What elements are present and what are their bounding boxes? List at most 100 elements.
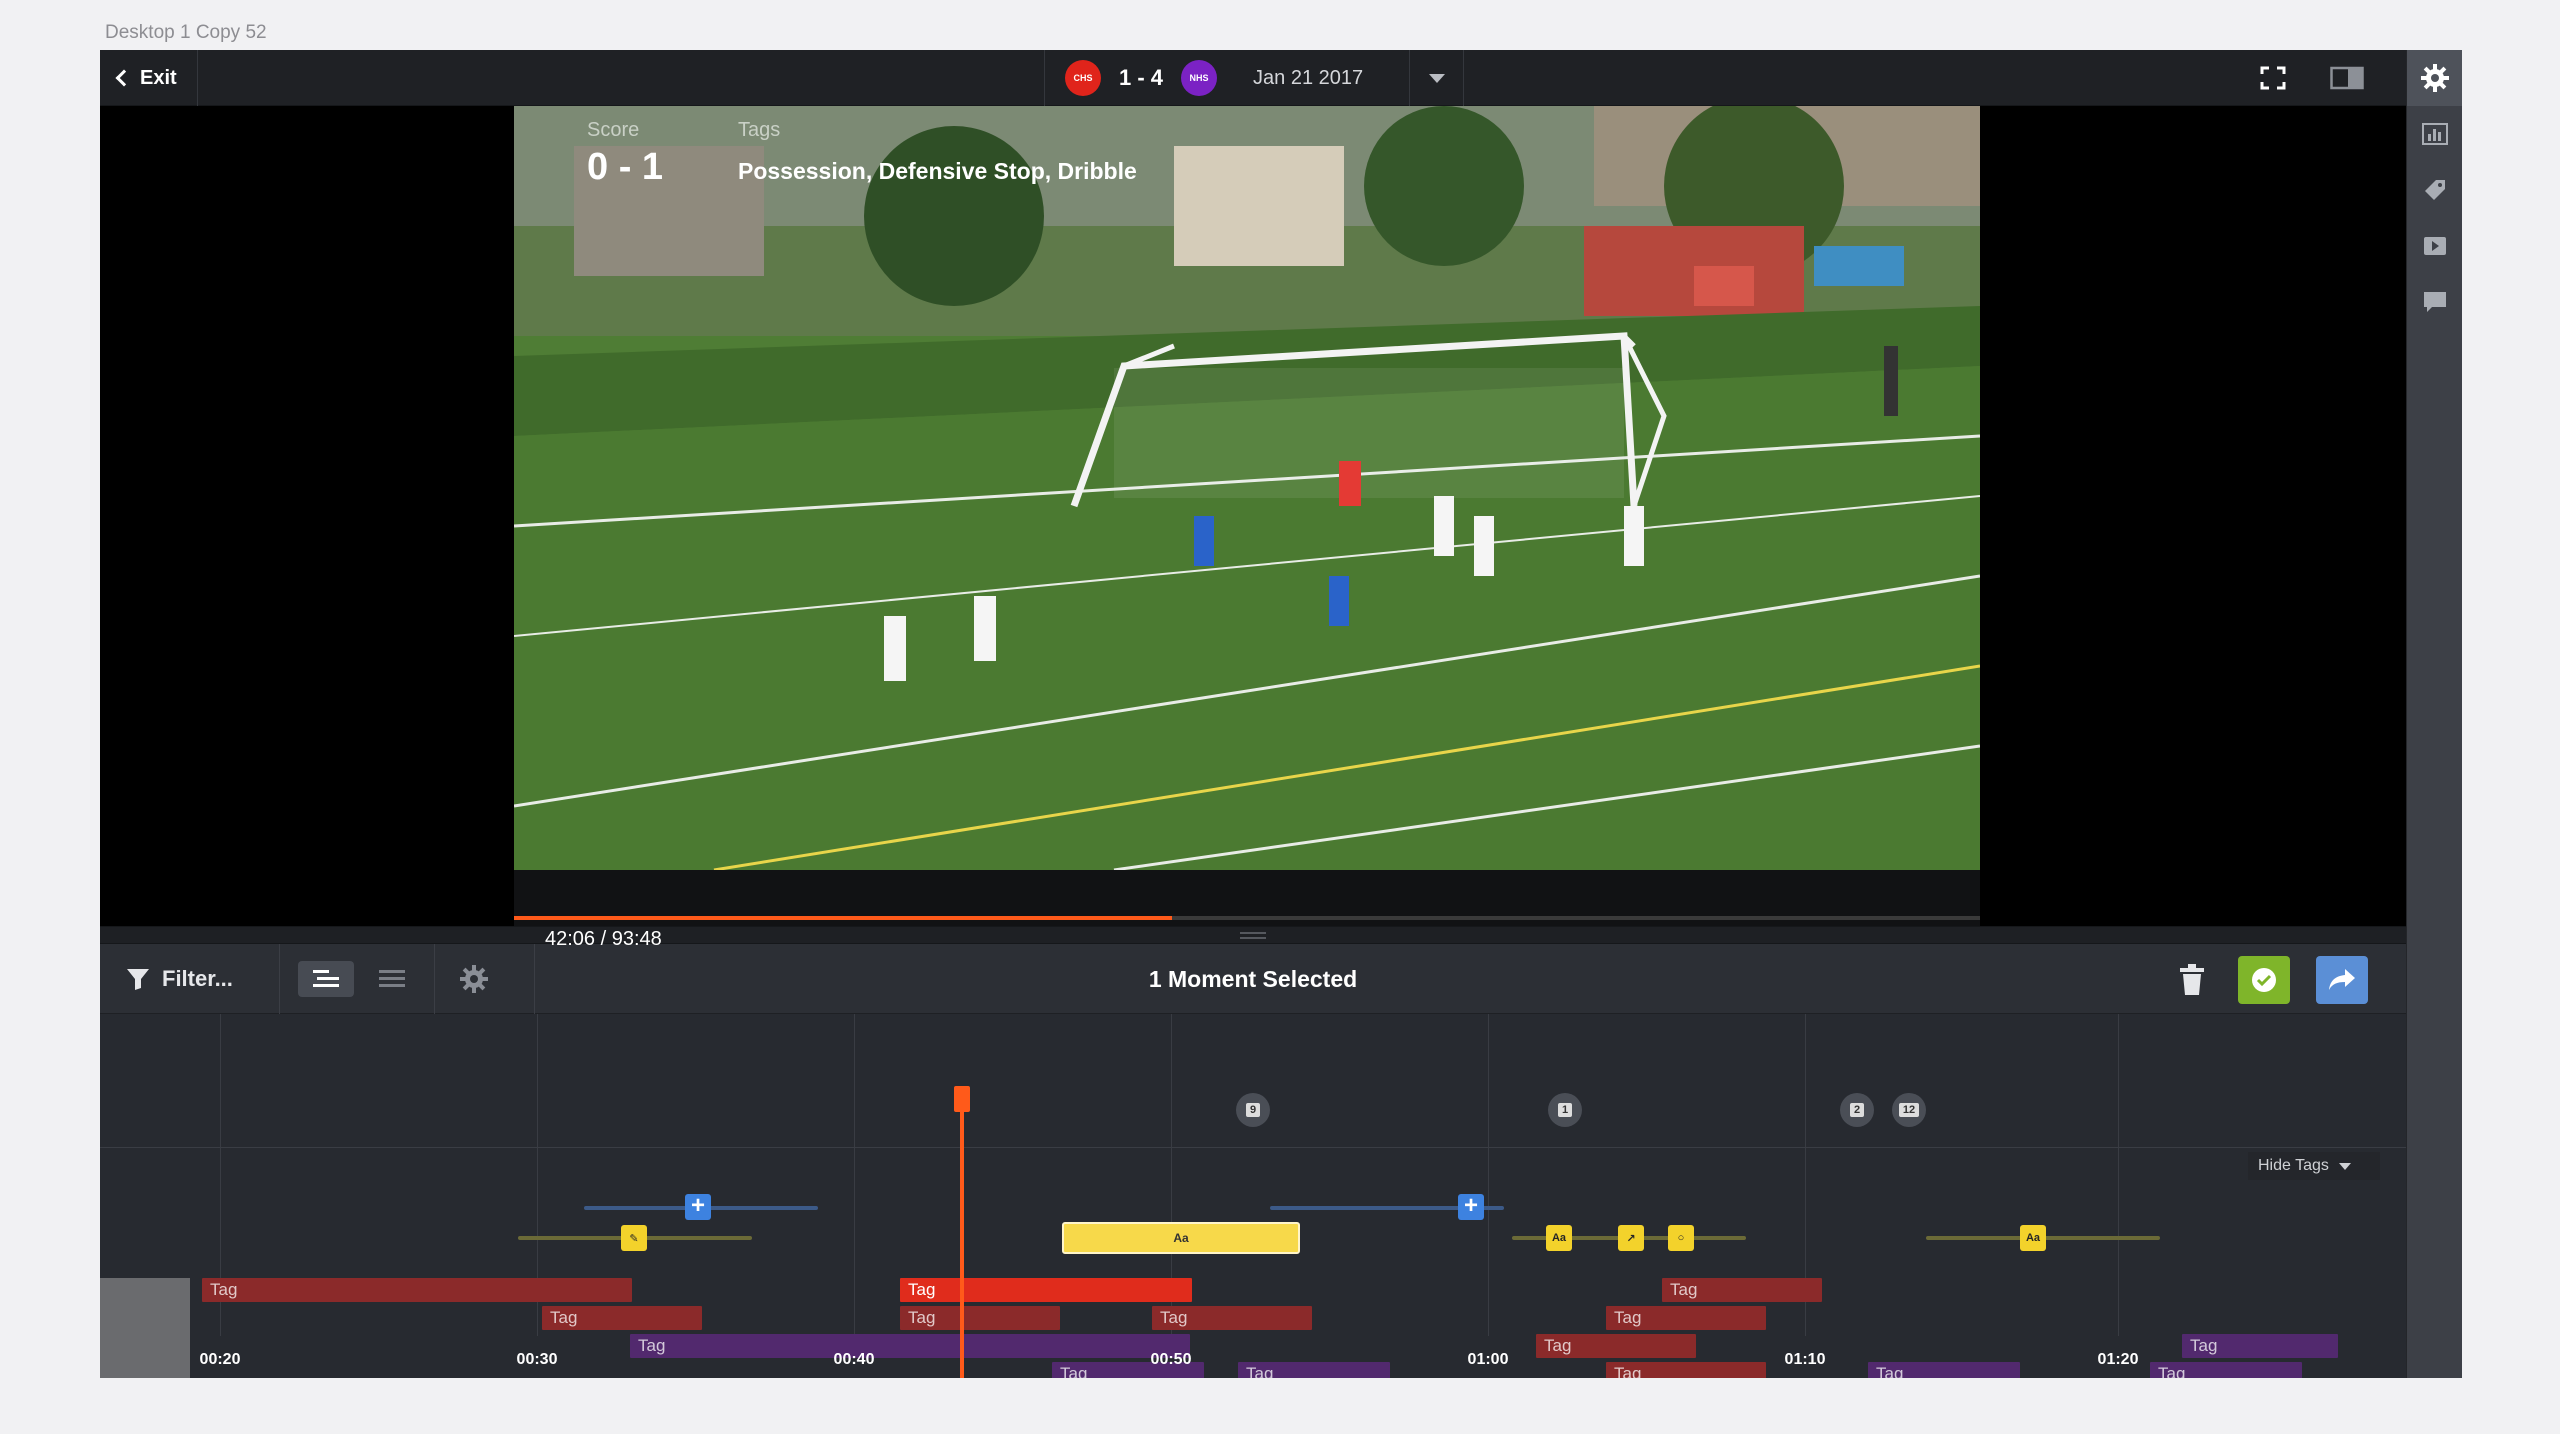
rail-clips[interactable] xyxy=(2407,218,2462,274)
drawing-marker-icon[interactable]: ✎ xyxy=(621,1225,647,1251)
playhead[interactable] xyxy=(960,1090,964,1378)
time-tick: 01:10 xyxy=(1784,1351,1826,1368)
exit-label: Exit xyxy=(140,66,177,89)
hide-tags-dropdown[interactable]: Hide Tags xyxy=(2248,1152,2380,1180)
timeline-toolbar: Filter... 1 Moment Selected xyxy=(100,944,2406,1014)
match-dropdown-button[interactable] xyxy=(1409,50,1463,106)
lane-divider xyxy=(100,1147,2406,1148)
video-frame[interactable]: Score 0 - 1 Tags Possession, Defensive S… xyxy=(514,106,1980,870)
timeline[interactable]: 9 1 2 12 + + ✎ Aa Aa ↗ ○ Aa Hide Tags Ta… xyxy=(100,1014,2406,1378)
delete-button[interactable] xyxy=(2166,956,2218,1004)
bar-chart-icon xyxy=(2422,123,2448,145)
soccer-field-image xyxy=(514,106,1980,870)
tag-bar[interactable]: Tag xyxy=(202,1278,632,1302)
panel-splitter[interactable] xyxy=(100,926,2406,944)
circle-marker-icon[interactable]: ○ xyxy=(1668,1225,1694,1251)
progress-fill xyxy=(514,916,1173,920)
filter-label: Filter... xyxy=(162,966,233,991)
tag-bar[interactable]: Tag xyxy=(630,1334,1190,1358)
progress-track[interactable] xyxy=(514,916,1980,920)
filter-button[interactable]: Filter... xyxy=(100,944,280,1014)
playhead-handle[interactable] xyxy=(954,1086,970,1112)
caret-down-icon xyxy=(1428,73,1445,83)
toolbar-divider xyxy=(434,944,435,1014)
comment-marker[interactable]: 1 xyxy=(1548,1093,1582,1127)
share-button[interactable] xyxy=(2316,956,2368,1004)
rail-stats[interactable] xyxy=(2407,106,2462,162)
tag-bar[interactable]: Tag xyxy=(900,1306,1060,1330)
tag-bar[interactable]: Tag xyxy=(2150,1362,2302,1378)
comment-icon xyxy=(2424,292,2446,312)
trash-icon xyxy=(2180,964,2204,995)
confirm-button[interactable] xyxy=(2238,956,2290,1004)
match-selector[interactable]: CHS 1 - 4 NHS Jan 21 2017 xyxy=(1044,50,1464,106)
match-date: Jan 21 2017 xyxy=(1253,66,1364,89)
video-controls xyxy=(514,870,1980,930)
selected-text-marker[interactable]: Aa xyxy=(1062,1222,1300,1254)
time-readout: 42:06 / 93:48 xyxy=(545,928,662,950)
comment-marker[interactable]: 9 xyxy=(1236,1093,1270,1127)
text-marker[interactable]: Aa xyxy=(2020,1225,2046,1251)
rail-tags[interactable] xyxy=(2407,162,2462,218)
rail-comments[interactable] xyxy=(2407,274,2462,330)
check-circle-icon xyxy=(2252,968,2276,992)
tag-bar[interactable]: Tag xyxy=(1152,1306,1312,1330)
comment-marker[interactable]: 2 xyxy=(1840,1093,1874,1127)
text-marker[interactable]: Aa xyxy=(1546,1225,1572,1251)
time-tick: 00:40 xyxy=(833,1351,875,1368)
list-icon xyxy=(379,970,405,987)
grip-line-top xyxy=(1240,932,1266,934)
gear-icon xyxy=(460,965,488,993)
selected-tag-bar[interactable]: Tag xyxy=(900,1278,1192,1302)
timeline-settings-button[interactable] xyxy=(446,961,502,997)
timeline-view-button[interactable] xyxy=(298,961,354,997)
tag-icon xyxy=(2425,180,2445,200)
gridline xyxy=(854,1014,855,1336)
match-score: 1 - 4 xyxy=(1119,65,1164,90)
away-team-badge: NHS xyxy=(1181,60,1218,96)
tag-bar[interactable]: Tag xyxy=(1868,1362,2020,1378)
rail-settings[interactable] xyxy=(2407,50,2462,106)
arrow-marker-icon[interactable]: ↗ xyxy=(1618,1225,1644,1251)
time-tick: 01:00 xyxy=(1467,1351,1509,1368)
time-tick: 01:20 xyxy=(2097,1351,2139,1368)
tag-bar[interactable]: Tag xyxy=(1536,1334,1696,1358)
top-bar: Exit CHS 1 - 4 NHS Jan 21 2017 xyxy=(100,50,2406,106)
tag-bar[interactable]: Tag xyxy=(1238,1362,1390,1378)
add-moment-button[interactable]: + xyxy=(1458,1194,1484,1220)
home-team-badge: CHS xyxy=(1065,60,1101,96)
tag-bar[interactable]: Tag xyxy=(1606,1306,1766,1330)
add-moment-button[interactable]: + xyxy=(685,1194,711,1220)
gridline xyxy=(2118,1014,2119,1336)
toolbar-divider xyxy=(534,944,535,1014)
panel-layout-icon[interactable] xyxy=(2330,66,2364,90)
time-tick: 00:30 xyxy=(516,1351,558,1368)
exit-button[interactable]: Exit xyxy=(100,50,198,106)
play-box-icon xyxy=(2424,237,2446,255)
fullscreen-icon[interactable] xyxy=(2260,66,2286,90)
tag-bar[interactable]: Tag xyxy=(542,1306,702,1330)
caret-down-icon xyxy=(2338,1162,2351,1170)
grip-line-bottom xyxy=(1240,937,1266,939)
tags-overlay: Possession, Defensive Stop, Dribble xyxy=(738,158,1137,184)
right-rail xyxy=(2406,50,2462,1378)
video-area: Score 0 - 1 Tags Possession, Defensive S… xyxy=(100,106,2406,982)
comment-marker[interactable]: 12 xyxy=(1892,1093,1926,1127)
gridline xyxy=(1488,1014,1489,1336)
chevron-left-icon xyxy=(115,69,133,87)
filter-icon xyxy=(127,969,149,990)
time-tick: 00:20 xyxy=(199,1351,241,1368)
tag-bar[interactable]: Tag xyxy=(1606,1362,1766,1378)
lane-header-block xyxy=(100,1278,190,1378)
tag-bar[interactable]: Tag xyxy=(1662,1278,1822,1302)
gear-icon xyxy=(2421,64,2449,92)
score-overlay: 0 - 1 xyxy=(587,146,664,188)
share-arrow-icon xyxy=(2329,969,2355,990)
tag-bar[interactable]: Tag xyxy=(2182,1334,2338,1358)
score-label: Score xyxy=(587,119,640,141)
hide-tags-label: Hide Tags xyxy=(2258,1157,2329,1174)
video-review-app: Exit CHS 1 - 4 NHS Jan 21 2017 Score 0 -… xyxy=(100,50,2462,1378)
align-left-icon xyxy=(313,970,339,987)
list-view-button[interactable] xyxy=(364,961,420,997)
time-tick: 00:50 xyxy=(1150,1351,1192,1368)
